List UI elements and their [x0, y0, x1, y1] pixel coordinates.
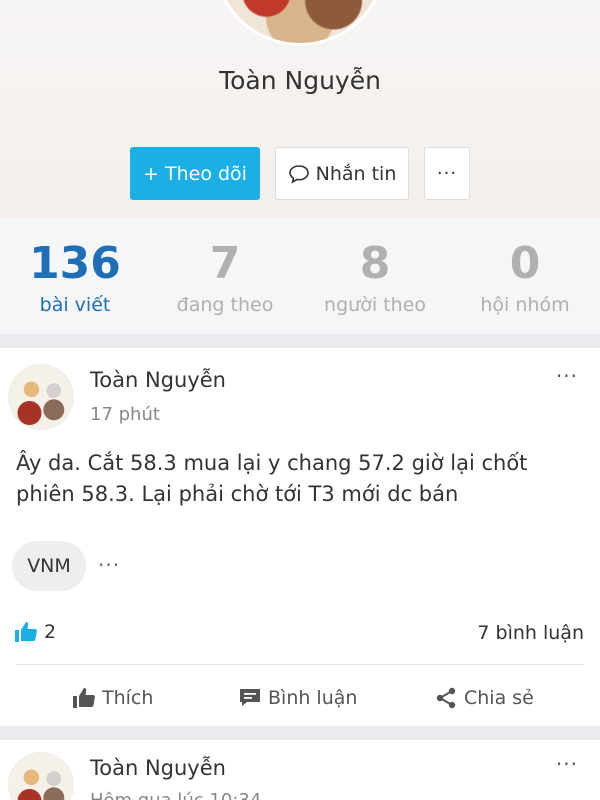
post-author-name[interactable]: Toàn Nguyễn	[90, 756, 226, 780]
comment-icon	[238, 687, 262, 709]
stat-label: hội nhóm	[480, 294, 570, 316]
follow-button[interactable]: + Theo dõi	[130, 147, 260, 200]
stock-tag-chip[interactable]: VNM	[12, 541, 86, 591]
chat-bubble-icon	[288, 164, 310, 184]
stat-followers[interactable]: 8 người theo	[300, 218, 450, 334]
post-timestamp: Hôm qua lúc 10:34	[90, 790, 261, 800]
stat-value: 0	[509, 238, 541, 289]
thumbs-up-icon	[14, 621, 38, 643]
comment-count[interactable]: 7 bình luận	[477, 622, 584, 644]
share-icon	[434, 686, 458, 710]
post-card: Toàn Nguyễn Hôm qua lúc 10:34 ···	[0, 740, 600, 800]
post-menu-button[interactable]: ···	[556, 364, 578, 388]
share-button[interactable]: Chia sẻ	[434, 678, 534, 718]
post-content: Ây da. Cắt 58.3 mua lại y chang 57.2 giờ…	[16, 451, 528, 506]
profile-header: Toàn Nguyễn + Theo dõi Nhắn tin ···	[0, 0, 600, 218]
message-button[interactable]: Nhắn tin	[275, 147, 409, 200]
tag-more-button[interactable]: ···	[98, 553, 120, 577]
like-button[interactable]: Thích	[72, 678, 153, 718]
comment-button-label: Bình luận	[268, 687, 358, 709]
comment-button[interactable]: Bình luận	[238, 678, 357, 718]
share-button-label: Chia sẻ	[464, 687, 534, 709]
stat-label: đang theo	[176, 294, 274, 316]
divider	[16, 664, 584, 665]
message-button-label: Nhắn tin	[315, 162, 397, 185]
post-menu-button[interactable]: ···	[556, 752, 578, 776]
stat-groups[interactable]: 0 hội nhóm	[450, 218, 600, 334]
thumbs-up-icon	[72, 687, 96, 709]
profile-stats: 136 bài viết 7 đang theo 8 người theo 0 …	[0, 218, 600, 334]
stat-posts[interactable]: 136 bài viết	[0, 218, 150, 334]
post-author-avatar[interactable]	[8, 752, 74, 800]
post-timestamp: 17 phút	[90, 404, 160, 425]
profile-avatar[interactable]	[213, 0, 387, 46]
profile-more-button[interactable]: ···	[424, 147, 470, 200]
stat-label: bài viết	[39, 294, 111, 316]
stat-label: người theo	[324, 294, 426, 316]
profile-name: Toàn Nguyễn	[219, 66, 381, 95]
like-summary[interactable]: 2	[14, 621, 56, 643]
post-card: Toàn Nguyễn 17 phút ··· Ây da. Cắt 58.3 …	[0, 348, 600, 726]
post-author-avatar[interactable]	[8, 364, 74, 430]
follow-button-label: + Theo dõi	[143, 162, 247, 185]
stat-value: 7	[209, 238, 241, 289]
like-count: 2	[44, 621, 57, 643]
stat-value: 8	[359, 238, 391, 289]
post-action-bar: Thích Bình luận Chia sẻ	[0, 678, 600, 718]
post-author-name[interactable]: Toàn Nguyễn	[90, 368, 226, 392]
like-button-label: Thích	[102, 687, 154, 709]
stat-value: 136	[29, 238, 121, 289]
stat-following[interactable]: 7 đang theo	[150, 218, 300, 334]
